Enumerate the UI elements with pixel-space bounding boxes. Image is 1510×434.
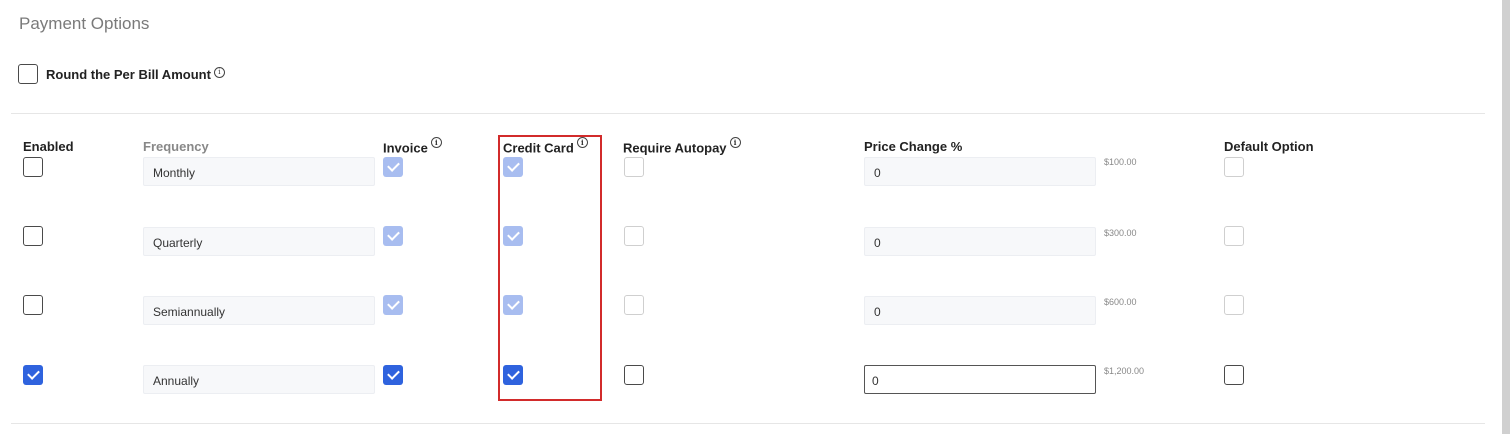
amount-monthly: $100.00 bbox=[1104, 157, 1137, 167]
default-option-checkbox-semiannually[interactable] bbox=[1224, 295, 1244, 315]
autopay-info-icon[interactable]: i bbox=[729, 137, 741, 148]
amount-quarterly: $300.00 bbox=[1104, 228, 1137, 238]
autopay-checkbox-quarterly[interactable] bbox=[624, 226, 644, 246]
divider bbox=[11, 423, 1485, 424]
enabled-checkbox-annually[interactable] bbox=[23, 365, 43, 385]
header-enabled: Enabled bbox=[23, 139, 74, 154]
invoice-checkbox-monthly[interactable] bbox=[383, 157, 403, 177]
invoice-checkbox-quarterly[interactable] bbox=[383, 226, 403, 246]
header-invoice: Invoice bbox=[383, 140, 428, 156]
default-option-checkbox-annually[interactable] bbox=[1224, 365, 1244, 385]
default-option-checkbox-monthly[interactable] bbox=[1224, 157, 1244, 177]
section-title: Payment Options bbox=[19, 14, 150, 33]
header-invoice-wrap: Invoice i bbox=[383, 137, 442, 156]
header-default-option: Default Option bbox=[1224, 139, 1314, 154]
header-require-autopay: Require Autopay bbox=[623, 140, 727, 156]
price-change-input-annually[interactable]: 0 bbox=[864, 365, 1096, 394]
header-require-autopay-wrap: Require Autopay i bbox=[623, 137, 741, 156]
autopay-checkbox-semiannually[interactable] bbox=[624, 295, 644, 315]
header-frequency: Frequency bbox=[143, 139, 209, 154]
round-per-bill-label: Round the Per Bill Amount bbox=[46, 66, 211, 82]
default-option-checkbox-quarterly[interactable] bbox=[1224, 226, 1244, 246]
price-change-input-semiannually[interactable]: 0 bbox=[864, 296, 1096, 325]
price-change-input-quarterly[interactable]: 0 bbox=[864, 227, 1096, 256]
header-price-change: Price Change % bbox=[864, 139, 963, 154]
credit-card-column-highlight bbox=[498, 135, 602, 401]
invoice-checkbox-semiannually[interactable] bbox=[383, 295, 403, 315]
amount-semiannually: $600.00 bbox=[1104, 297, 1137, 307]
amount-annually: $1,200.00 bbox=[1104, 366, 1145, 376]
frequency-field-monthly: Monthly bbox=[143, 157, 375, 186]
frequency-field-annually: Annually bbox=[143, 365, 375, 394]
info-icon[interactable]: i bbox=[213, 66, 225, 78]
autopay-checkbox-annually[interactable] bbox=[624, 365, 644, 385]
autopay-checkbox-monthly[interactable] bbox=[624, 157, 644, 177]
round-per-bill-checkbox[interactable] bbox=[18, 64, 38, 84]
divider bbox=[11, 113, 1485, 114]
round-per-bill-row: Round the Per Bill Amount i bbox=[18, 64, 225, 84]
scrollbar[interactable] bbox=[1502, 0, 1510, 434]
enabled-checkbox-monthly[interactable] bbox=[23, 157, 43, 177]
invoice-info-icon[interactable]: i bbox=[430, 137, 442, 148]
frequency-field-quarterly: Quarterly bbox=[143, 227, 375, 256]
frequency-field-semiannually: Semiannually bbox=[143, 296, 375, 325]
enabled-checkbox-quarterly[interactable] bbox=[23, 226, 43, 246]
price-change-input-monthly[interactable]: 0 bbox=[864, 157, 1096, 186]
invoice-checkbox-annually[interactable] bbox=[383, 365, 403, 385]
enabled-checkbox-semiannually[interactable] bbox=[23, 295, 43, 315]
